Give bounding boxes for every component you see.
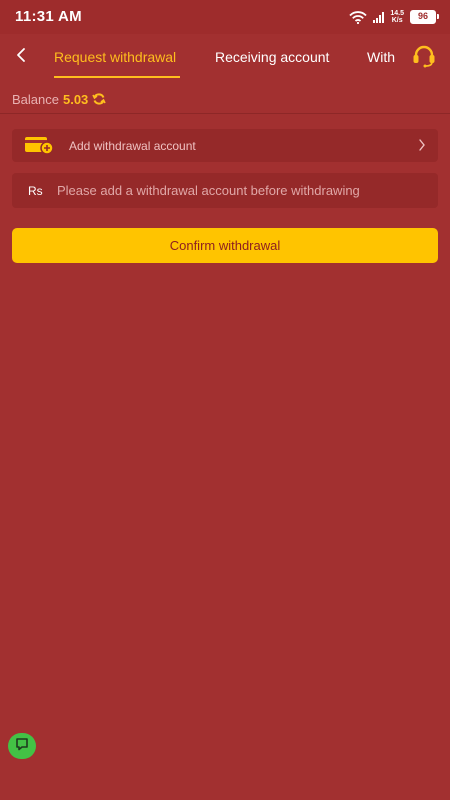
chat-icon bbox=[15, 737, 29, 756]
chevron-right-icon bbox=[418, 138, 426, 157]
chat-button[interactable] bbox=[8, 733, 36, 759]
net-speed-value: 14.5 bbox=[390, 10, 404, 17]
balance-value: 5.03 bbox=[62, 91, 89, 107]
balance-label: Balance bbox=[12, 91, 59, 107]
battery-icon: 96 bbox=[410, 10, 439, 24]
status-bar: 11:31 AM 14.5 K/s 96 bbox=[0, 0, 450, 34]
tab-request-withdrawal[interactable]: Request withdrawal bbox=[54, 49, 176, 65]
withdrawal-amount-input[interactable] bbox=[57, 177, 427, 204]
confirm-withdrawal-button[interactable]: Confirm withdrawal bbox=[12, 228, 438, 263]
support-button[interactable] bbox=[410, 44, 438, 72]
withdrawal-amount-field: Rs bbox=[12, 173, 438, 208]
signal-icon bbox=[373, 11, 385, 23]
chevron-left-icon bbox=[15, 47, 27, 68]
add-withdrawal-account-label: Add withdrawal account bbox=[69, 139, 196, 153]
net-speed-unit: K/s bbox=[391, 17, 403, 24]
nav-divider bbox=[0, 113, 450, 114]
balance-row: Balance 5.03 bbox=[12, 90, 107, 108]
wallet-add-icon bbox=[24, 135, 54, 160]
tab-withdrawal-history[interactable]: With bbox=[367, 49, 395, 65]
back-button[interactable] bbox=[8, 44, 34, 70]
wifi-icon bbox=[349, 10, 368, 24]
headset-icon bbox=[411, 44, 437, 73]
status-icons: 14.5 K/s 96 bbox=[349, 8, 439, 26]
currency-label: Rs bbox=[28, 184, 43, 198]
active-tab-indicator bbox=[54, 76, 180, 78]
withdrawal-screen: 11:31 AM 14.5 K/s 96 Request withdrawal … bbox=[0, 0, 450, 800]
add-withdrawal-account-row[interactable]: Add withdrawal account bbox=[12, 129, 438, 162]
refresh-icon[interactable] bbox=[92, 92, 107, 106]
status-time: 11:31 AM bbox=[15, 8, 82, 25]
nav-header: Request withdrawal Receiving account Wit… bbox=[0, 34, 450, 114]
net-speed: 14.5 K/s bbox=[390, 10, 404, 24]
tab-receiving-account[interactable]: Receiving account bbox=[215, 49, 329, 65]
